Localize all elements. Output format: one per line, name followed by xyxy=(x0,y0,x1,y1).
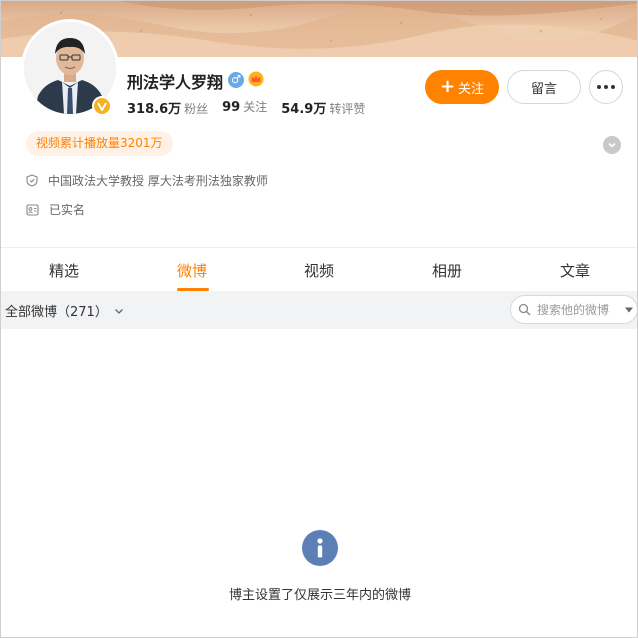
profile-description: 中国政法大学教授 厚大法考刑法独家教师 xyxy=(48,174,268,188)
stat-followers[interactable]: 318.6万 粉丝 xyxy=(127,98,208,117)
tab-weibo[interactable]: 微博 xyxy=(177,260,207,281)
profile-tabs: 精选 微博 视频 相册 文章 xyxy=(1,248,637,291)
vip-crown-icon xyxy=(248,71,264,91)
caret-down-icon[interactable] xyxy=(624,306,634,314)
message-button[interactable]: 留言 xyxy=(507,70,581,104)
male-gender-icon: ♂ xyxy=(228,72,244,88)
expand-chevron-icon[interactable] xyxy=(603,136,621,154)
message-button-label: 留言 xyxy=(530,81,557,97)
follow-button[interactable]: + 关注 xyxy=(425,70,499,104)
search-box[interactable] xyxy=(510,295,637,324)
plus-icon: + xyxy=(439,76,456,97)
verification-status: 已实名 xyxy=(49,203,86,217)
tab-videos[interactable]: 视频 xyxy=(304,260,334,281)
verified-badge-icon xyxy=(92,96,112,116)
stat-interactions[interactable]: 54.9万 转评赞 xyxy=(281,98,365,117)
profile-stats: 318.6万 粉丝 99 关注 54.9万 转评赞 xyxy=(127,98,365,117)
stat-following-value: 99 xyxy=(222,100,241,115)
stat-interactions-value: 54.9万 xyxy=(281,102,327,117)
tab-featured[interactable]: 精选 xyxy=(49,260,79,281)
shield-icon xyxy=(26,174,38,187)
empty-state-message: 博主设置了仅展示三年内的微博 xyxy=(228,588,411,603)
more-dot xyxy=(611,85,615,89)
tab-albums[interactable]: 相册 xyxy=(432,260,462,281)
more-dot xyxy=(604,85,608,89)
chevron-down-icon xyxy=(114,308,123,314)
all-posts-filter-label: 全部微博（271） xyxy=(5,305,108,320)
id-card-icon xyxy=(26,203,39,216)
profile-page: 刑法学人罗翔 ♂ 318.6万 粉丝 99 关注 54.9万 转评赞 + 关注 留言 … xyxy=(0,0,638,638)
tab-articles[interactable]: 文章 xyxy=(560,260,590,281)
stat-following-label: 关注 xyxy=(243,100,268,114)
search-icon xyxy=(518,303,531,316)
stat-following[interactable]: 99 关注 xyxy=(222,98,267,117)
search-input[interactable] xyxy=(537,302,613,317)
verification-row: 已实名 xyxy=(26,201,85,218)
video-play-count-badge: 视频累计播放量3201万 xyxy=(26,131,173,156)
info-icon xyxy=(302,530,338,566)
profile-description-row: 中国政法大学教授 厚大法考刑法独家教师 xyxy=(26,172,268,189)
more-dots-icon xyxy=(597,85,601,89)
stat-followers-value: 318.6万 xyxy=(127,102,182,117)
profile-name: 刑法学人罗翔 xyxy=(127,73,224,92)
stat-followers-label: 粉丝 xyxy=(184,102,209,116)
all-posts-filter[interactable]: 全部微博（271） xyxy=(5,301,124,320)
more-options-button[interactable] xyxy=(589,70,623,104)
stat-interactions-label: 转评赞 xyxy=(329,102,366,116)
follow-button-label: 关注 xyxy=(458,81,485,97)
